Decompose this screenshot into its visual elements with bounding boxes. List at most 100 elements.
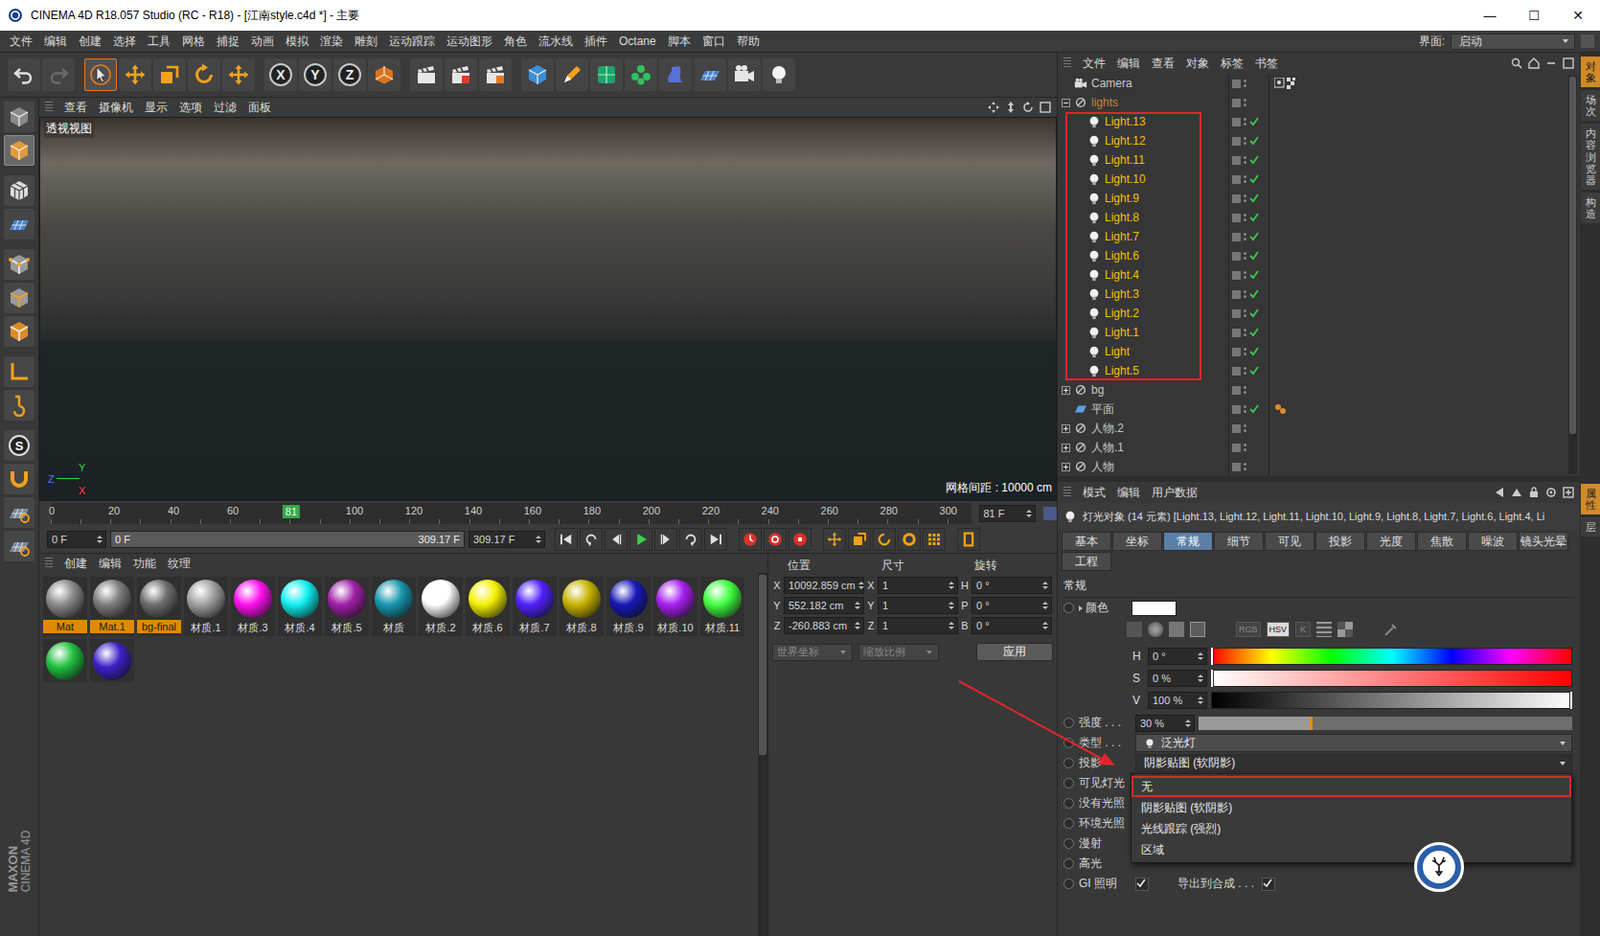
size-field[interactable]: 1 — [877, 576, 959, 595]
visibility-dots-icon[interactable] — [1243, 271, 1247, 279]
menu-item[interactable]: 网格 — [176, 33, 211, 50]
menu-item[interactable]: 模拟 — [279, 33, 315, 50]
light-tool-button[interactable] — [762, 58, 796, 92]
animate-radio[interactable] — [1063, 858, 1075, 869]
place-tool-button[interactable] — [222, 58, 255, 92]
animate-radio[interactable] — [1063, 717, 1075, 729]
tweak-mode-button[interactable] — [3, 389, 35, 421]
side-tab[interactable]: 内容浏览器 — [1580, 123, 1600, 189]
expand-toggle[interactable] — [1061, 424, 1071, 434]
animate-radio[interactable] — [1063, 602, 1075, 614]
material-swatch[interactable]: 材质.5 — [324, 576, 369, 637]
attribute-tab[interactable]: 坐标 — [1112, 531, 1163, 551]
layer-icon[interactable] — [1232, 347, 1241, 357]
light-type-select[interactable]: 泛光灯 — [1135, 733, 1573, 753]
shadow-type-option[interactable]: 无 — [1131, 776, 1572, 798]
layer-icon[interactable] — [1232, 290, 1241, 299]
layer-icon[interactable] — [1232, 328, 1241, 338]
play-button[interactable] — [629, 527, 653, 551]
material-menu-item[interactable]: 功能 — [127, 555, 162, 572]
apply-button[interactable]: 应用 — [976, 642, 1053, 662]
next-key-button[interactable] — [679, 527, 703, 551]
material-tag-icon[interactable] — [1274, 403, 1298, 415]
enabled-check-icon[interactable] — [1249, 116, 1259, 127]
material-swatch[interactable]: bg-final — [137, 576, 182, 637]
material-swatch[interactable]: 材质.8 — [559, 576, 604, 637]
timeline-settings-icon[interactable] — [1043, 506, 1057, 521]
menu-item[interactable]: 编辑 — [38, 33, 73, 50]
enabled-check-icon[interactable] — [1249, 136, 1259, 146]
attribute-tab[interactable]: 常规 — [1163, 531, 1213, 551]
render-view-tool-button[interactable] — [444, 58, 478, 92]
color-swatch[interactable] — [1131, 600, 1177, 617]
position-field[interactable]: 10092.859 cm — [783, 576, 865, 595]
visibility-dots-icon[interactable] — [1243, 405, 1247, 413]
floor-tool-button[interactable] — [693, 58, 727, 92]
checkbox[interactable] — [1135, 877, 1149, 892]
pen-tool-button[interactable] — [555, 58, 589, 92]
material-swatch[interactable]: 材质.6 — [465, 576, 510, 637]
visibility-dots-icon[interactable] — [1243, 251, 1247, 260]
material-swatch[interactable] — [43, 639, 88, 683]
magnet-mode-button[interactable] — [3, 463, 35, 495]
editable-mode-button[interactable] — [3, 101, 35, 133]
layer-icon[interactable] — [1232, 79, 1241, 89]
menu-item[interactable]: 雕刻 — [348, 33, 384, 50]
visibility-dots-icon[interactable] — [1243, 194, 1247, 203]
perspective-viewport[interactable]: 透视视图 Y Z X 网格间距 : 10000 cm — [39, 116, 1057, 502]
color-slider[interactable] — [1211, 691, 1573, 709]
axis-tool-button[interactable]: X — [264, 58, 298, 92]
new-panel-icon[interactable] — [1562, 486, 1575, 499]
attribute-tab[interactable]: 噪波 — [1467, 531, 1518, 551]
layer-icon[interactable] — [1232, 405, 1241, 414]
coordinate-mode-select[interactable]: 世界坐标 — [772, 643, 853, 662]
material-swatch[interactable]: 材质.1 — [183, 576, 229, 637]
pan-icon[interactable] — [987, 101, 1000, 114]
auto-key-button[interactable] — [763, 527, 787, 551]
model-mode-button[interactable] — [3, 135, 35, 166]
collapse-icon[interactable] — [1545, 57, 1557, 69]
home-icon[interactable] — [1528, 57, 1540, 69]
menu-item[interactable]: 插件 — [578, 33, 614, 50]
material-swatch[interactable]: 材质.2 — [418, 576, 463, 637]
points-mode-button[interactable] — [3, 249, 35, 280]
intensity-slider[interactable] — [1198, 716, 1573, 731]
prev-key-button[interactable] — [579, 527, 603, 551]
subdiv-tool-button[interactable] — [590, 58, 623, 92]
object-row[interactable]: Light.10 — [1057, 169, 1580, 189]
side-tab[interactable]: 构造 — [1580, 192, 1600, 224]
object-row[interactable]: 平面 — [1057, 399, 1580, 419]
object-row[interactable]: Light.9 — [1057, 188, 1580, 208]
object-row[interactable]: Light.11 — [1057, 150, 1580, 170]
animate-radio[interactable] — [1063, 838, 1075, 849]
visibility-dots-icon[interactable] — [1243, 290, 1247, 298]
color-mode-button[interactable]: RGB — [1235, 621, 1261, 638]
undo-tool-button[interactable] — [7, 58, 41, 92]
maximize-view-icon[interactable] — [1039, 101, 1052, 114]
enabled-check-icon[interactable] — [1249, 193, 1259, 204]
side-tab[interactable]: 层 — [1580, 517, 1600, 537]
object-menu-item[interactable]: 查看 — [1145, 55, 1181, 72]
object-menu-item[interactable]: 编辑 — [1111, 55, 1146, 72]
enabled-check-icon[interactable] — [1249, 327, 1259, 338]
menu-item[interactable]: 帮助 — [731, 33, 766, 50]
checkbox[interactable] — [1261, 877, 1276, 892]
material-swatch[interactable]: 材质 — [371, 576, 416, 637]
material-swatch[interactable]: 材质.9 — [606, 576, 651, 637]
key-rotate-button[interactable] — [872, 527, 896, 551]
shadow-type-option[interactable]: 区域 — [1131, 839, 1572, 861]
menu-item[interactable]: 动画 — [245, 33, 280, 50]
menu-item[interactable]: 窗口 — [696, 33, 732, 50]
axis-tool-button[interactable]: Y — [298, 58, 332, 92]
attribute-menu-item[interactable]: 模式 — [1076, 484, 1112, 502]
material-swatch[interactable]: Mat — [43, 576, 88, 637]
spectrum-icon[interactable] — [1168, 621, 1185, 638]
cube-tool-button[interactable] — [521, 58, 554, 92]
enabled-check-icon[interactable] — [1249, 289, 1259, 299]
current-frame-marker[interactable]: 81 — [282, 504, 300, 519]
eyedropper-mode-icon[interactable] — [1126, 621, 1143, 638]
object-row[interactable]: Light.12 — [1057, 131, 1580, 151]
color-slider[interactable] — [1211, 669, 1573, 687]
object-menu-item[interactable]: 对象 — [1180, 55, 1215, 72]
visibility-dots-icon[interactable] — [1243, 424, 1247, 433]
